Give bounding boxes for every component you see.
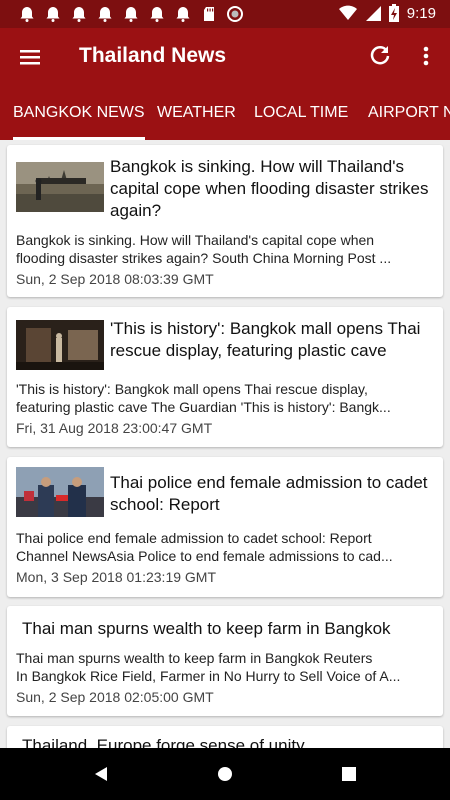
sync-circle-icon	[226, 5, 244, 23]
news-description: Thai man spurns wealth to keep farm in B…	[16, 649, 436, 685]
notification-bell-icon	[174, 5, 192, 23]
notification-bell-icon	[18, 5, 36, 23]
news-description-line: featuring plastic cave The Guardian 'Thi…	[16, 399, 391, 415]
news-description-line: Channel NewsAsia Police to end female ad…	[16, 548, 393, 564]
news-card[interactable]: Bangkok is sinking. How will Thailand's …	[7, 145, 443, 297]
notification-bell-icon	[122, 5, 140, 23]
back-icon[interactable]	[93, 766, 109, 782]
notification-icons	[18, 5, 244, 23]
news-headline: Bangkok is sinking. How will Thailand's …	[110, 157, 429, 220]
news-description: 'This is history': Bangkok mall opens Th…	[16, 380, 436, 416]
app-title: Thailand News	[79, 44, 227, 67]
status-bar: 9:19	[0, 0, 450, 28]
notification-bell-icon	[96, 5, 114, 23]
news-headline: Thai police end female admission to cade…	[110, 473, 428, 514]
notification-bell-icon	[44, 5, 62, 23]
refresh-icon[interactable]	[366, 42, 394, 70]
wifi-icon	[338, 5, 357, 20]
battery-charging-icon	[388, 4, 399, 22]
home-icon[interactable]	[217, 766, 233, 782]
news-description: Bangkok is sinking. How will Thailand's …	[16, 231, 436, 267]
news-headline: Thailand, Europe forge sense of unity	[22, 736, 305, 748]
news-card[interactable]: 'This is history': Bangkok mall opens Th…	[7, 307, 443, 447]
clock-time: 9:19	[406, 4, 436, 22]
signal-icon	[365, 6, 381, 21]
news-description-line: Thai man spurns wealth to keep farm in B…	[16, 650, 373, 666]
news-card[interactable]: Thai man spurns wealth to keep farm in B…	[7, 606, 443, 716]
news-description: Thai police end female admission to cade…	[16, 529, 436, 565]
tab-bangkok-news[interactable]: BANGKOK NEWS	[13, 86, 145, 140]
app-bar: Thailand News	[0, 28, 450, 86]
news-date: Sun, 2 Sep 2018 02:05:00 GMT	[16, 689, 214, 705]
news-headline: Thai man spurns wealth to keep farm in B…	[22, 619, 391, 638]
news-thumbnail	[16, 467, 104, 517]
news-date: Mon, 3 Sep 2018 01:23:19 GMT	[16, 569, 217, 585]
tab-airport-news[interactable]: AIRPORT NE	[368, 86, 450, 140]
tab-bar: BANGKOK NEWS WEATHER LOCAL TIME AIRPORT …	[0, 86, 450, 140]
news-list: Bangkok is sinking. How will Thailand's …	[0, 140, 450, 748]
news-description-line: flooding disaster strikes again? South C…	[16, 250, 392, 266]
news-thumbnail	[16, 162, 104, 212]
news-description-line: Thai police end female admission to cade…	[16, 530, 372, 546]
tab-weather[interactable]: WEATHER	[157, 86, 236, 140]
news-description-line: In Bangkok Rice Field, Farmer in No Hurr…	[16, 668, 401, 684]
more-vert-icon[interactable]	[414, 42, 438, 70]
menu-icon[interactable]	[12, 42, 48, 72]
recents-icon[interactable]	[342, 767, 356, 781]
tab-local-time[interactable]: LOCAL TIME	[254, 86, 348, 140]
news-description-line: Bangkok is sinking. How will Thailand's …	[16, 232, 375, 248]
system-nav-bar	[0, 748, 450, 800]
news-card[interactable]: Thailand, Europe forge sense of unity	[7, 726, 443, 748]
news-thumbnail	[16, 320, 104, 370]
news-card[interactable]: Thai police end female admission to cade…	[7, 457, 443, 597]
notification-bell-icon	[148, 5, 166, 23]
sd-card-icon	[200, 5, 218, 23]
news-description-line: 'This is history': Bangkok mall opens Th…	[16, 381, 368, 397]
news-headline: 'This is history': Bangkok mall opens Th…	[110, 319, 421, 360]
news-date: Fri, 31 Aug 2018 23:00:47 GMT	[16, 420, 213, 436]
notification-bell-icon	[70, 5, 88, 23]
news-date: Sun, 2 Sep 2018 08:03:39 GMT	[16, 271, 214, 287]
